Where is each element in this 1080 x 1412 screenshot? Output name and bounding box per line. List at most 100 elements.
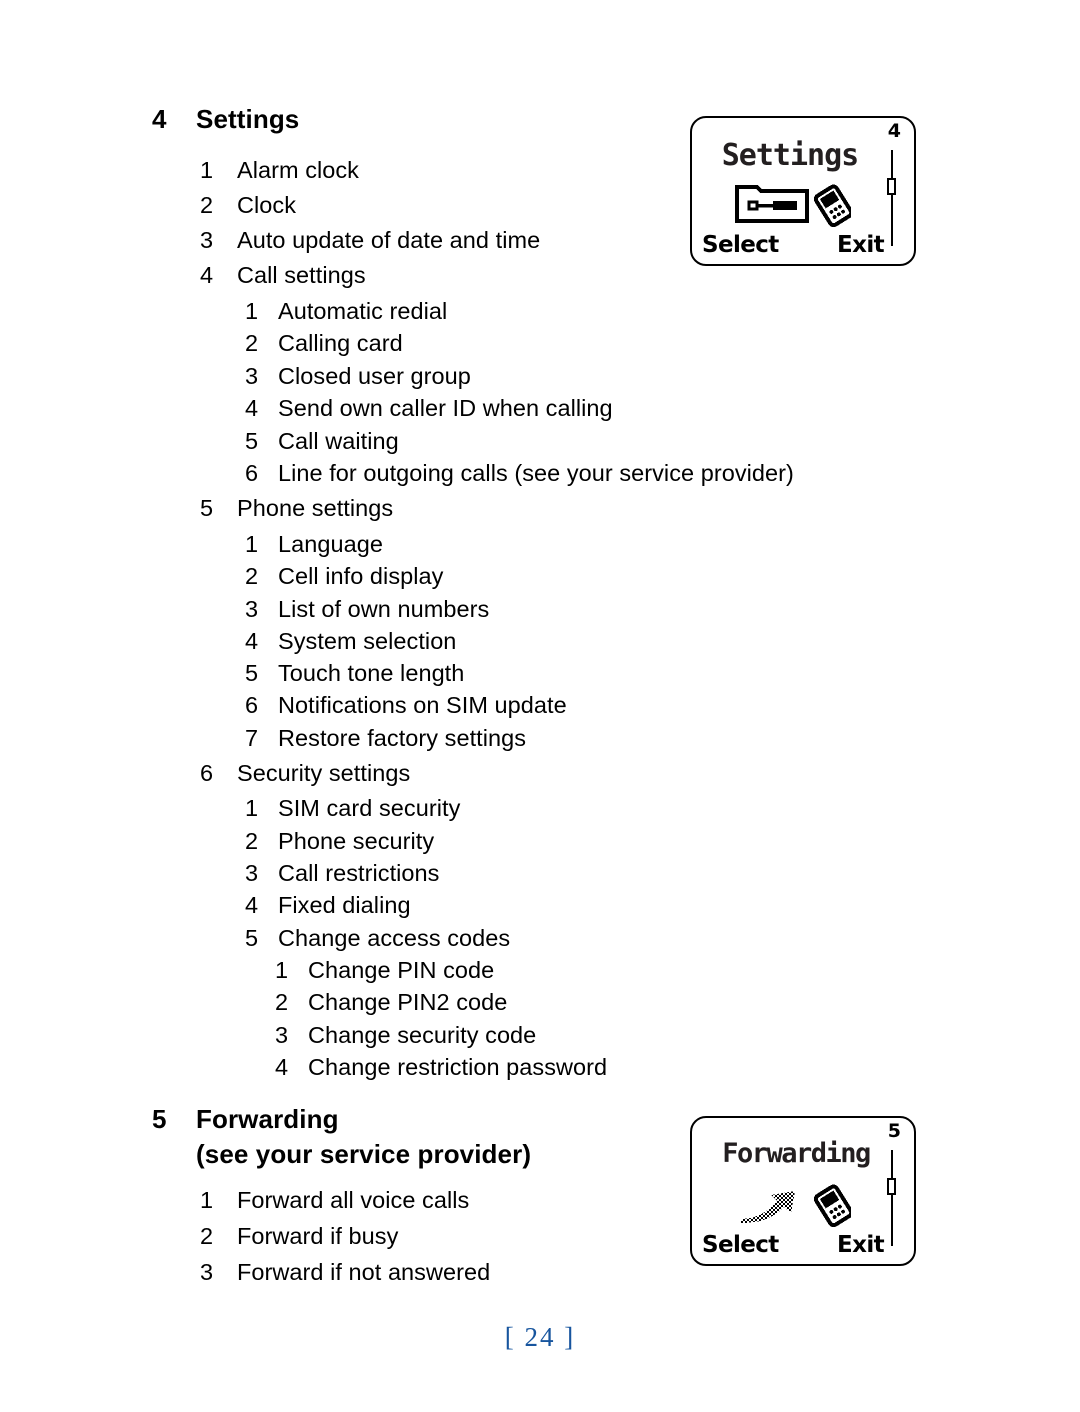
item-label: Auto update of date and time: [237, 227, 541, 253]
item-label: Language: [278, 531, 383, 557]
item-number: 3: [245, 596, 259, 622]
item-label: Phone settings: [237, 495, 394, 521]
item-label: Change access codes: [278, 925, 511, 951]
item-number: 4: [245, 628, 259, 654]
section-title: Forwarding: [196, 1104, 339, 1134]
list-item: 5 Touch tone length: [245, 660, 465, 686]
list-item: 3 Closed user group: [245, 363, 471, 389]
item-label: SIM card security: [278, 795, 461, 821]
item-number: 6: [245, 460, 259, 486]
item-label: Forward if not answered: [237, 1259, 491, 1285]
page-number: [ 24 ]: [504, 1322, 576, 1352]
item-number: 4: [275, 1054, 289, 1080]
list-item: 1 Forward all voice calls: [200, 1187, 470, 1213]
section-subtitle: (see your service provider): [196, 1139, 532, 1169]
list-item: 2 Change PIN2 code: [275, 989, 508, 1015]
list-item: 2 Phone security: [245, 828, 434, 854]
list-item: 2 Cell info display: [245, 563, 444, 589]
item-number: 1: [245, 795, 259, 821]
item-number: 2: [245, 330, 259, 356]
list-item: 6 Security settings: [200, 760, 411, 786]
item-label: Calling card: [278, 330, 403, 356]
list-item: 5 Change access codes: [245, 925, 511, 951]
item-number: 5: [200, 495, 214, 521]
section-heading-forwarding: 5 Forwarding (see your service provider): [152, 1106, 531, 1170]
item-number: 1: [245, 531, 259, 557]
list-item: 4 Change restriction password: [275, 1054, 608, 1080]
item-label: Call waiting: [278, 428, 399, 454]
softkey-exit[interactable]: Exit: [837, 1232, 885, 1258]
item-number: 3: [275, 1022, 289, 1048]
item-label: Change PIN code: [308, 957, 495, 983]
item-label: Touch tone length: [278, 660, 465, 686]
softkey-exit[interactable]: Exit: [837, 232, 885, 258]
item-label: Change PIN2 code: [308, 989, 508, 1015]
list-item: 1 Alarm clock: [200, 157, 359, 183]
item-label: Call restrictions: [278, 860, 440, 886]
list-item: 1 SIM card security: [245, 795, 461, 821]
list-item: 3 List of own numbers: [245, 596, 489, 622]
item-label: Forward all voice calls: [237, 1187, 470, 1213]
list-item: 5 Call waiting: [245, 428, 399, 454]
item-number: 6: [200, 760, 214, 786]
item-label: Clock: [237, 192, 297, 218]
item-number: 2: [245, 828, 259, 854]
item-label: Send own caller ID when calling: [278, 395, 613, 421]
item-label: Cell info display: [278, 563, 444, 589]
scrollbar-thumb[interactable]: [887, 178, 896, 195]
list-item: 1 Automatic redial: [245, 298, 447, 324]
list-item: 3 Call restrictions: [245, 860, 440, 886]
item-number: 3: [200, 227, 214, 253]
softkey-select[interactable]: Select: [702, 1232, 779, 1258]
item-number: 2: [275, 989, 289, 1015]
item-number: 2: [245, 563, 259, 589]
scrollbar[interactable]: [887, 1150, 896, 1246]
list-item: 5 Phone settings: [200, 495, 394, 521]
item-number: 3: [245, 363, 259, 389]
screen-title: Forwarding: [722, 1138, 871, 1169]
item-label: Notifications on SIM update: [278, 692, 567, 718]
screen-title: Settings: [721, 138, 860, 173]
item-number: 1: [245, 298, 259, 324]
softkey-select[interactable]: Select: [702, 232, 779, 258]
list-item: 3 Change security code: [275, 1022, 536, 1048]
item-label: Restore factory settings: [278, 725, 527, 751]
item-number: 2: [200, 192, 214, 218]
item-number: 2: [200, 1223, 214, 1249]
list-item: 3 Forward if not answered: [200, 1259, 491, 1285]
list-item: 7 Restore factory settings: [245, 725, 527, 751]
item-label: Change restriction password: [308, 1054, 608, 1080]
list-item: 6 Notifications on SIM update: [245, 692, 567, 718]
list-item: 2 Calling card: [245, 330, 403, 356]
list-item: 4 System selection: [245, 628, 457, 654]
scrollbar-thumb[interactable]: [887, 1178, 896, 1195]
item-number: 4: [245, 892, 259, 918]
call-forward-arrow-icon: [692, 1176, 892, 1232]
section-number: 5: [152, 1104, 167, 1134]
item-number: 1: [200, 1187, 214, 1213]
item-number: 5: [245, 660, 259, 686]
list-item: 4 Call settings: [200, 262, 366, 288]
item-label: System selection: [278, 628, 457, 654]
item-number: 3: [200, 1259, 214, 1285]
phone-screen-settings: Settings 4 Select Exit: [690, 116, 916, 266]
item-label: Forward if busy: [237, 1223, 399, 1249]
phone-screen-forwarding: Forwarding 5 Select Exit: [690, 1116, 916, 1266]
item-number: 4: [200, 262, 214, 288]
list-item: 1 Change PIN code: [275, 957, 495, 983]
item-number: 3: [245, 860, 259, 886]
item-label: Call settings: [237, 262, 366, 288]
scroll-index: 4: [887, 120, 901, 142]
item-label: Fixed dialing: [278, 892, 411, 918]
item-number: 1: [200, 157, 214, 183]
item-label: Security settings: [237, 760, 411, 786]
section-title: Settings: [196, 104, 300, 134]
item-number: 5: [245, 925, 259, 951]
item-number: 6: [245, 692, 259, 718]
section-heading-settings: 4 Settings: [152, 106, 299, 132]
scrollbar[interactable]: [887, 150, 896, 246]
item-label: Line for outgoing calls (see your servic…: [278, 460, 794, 486]
list-item: 2 Clock: [200, 192, 297, 218]
list-item: 3 Auto update of date and time: [200, 227, 541, 253]
list-item: 6 Line for outgoing calls (see your serv…: [245, 460, 794, 486]
